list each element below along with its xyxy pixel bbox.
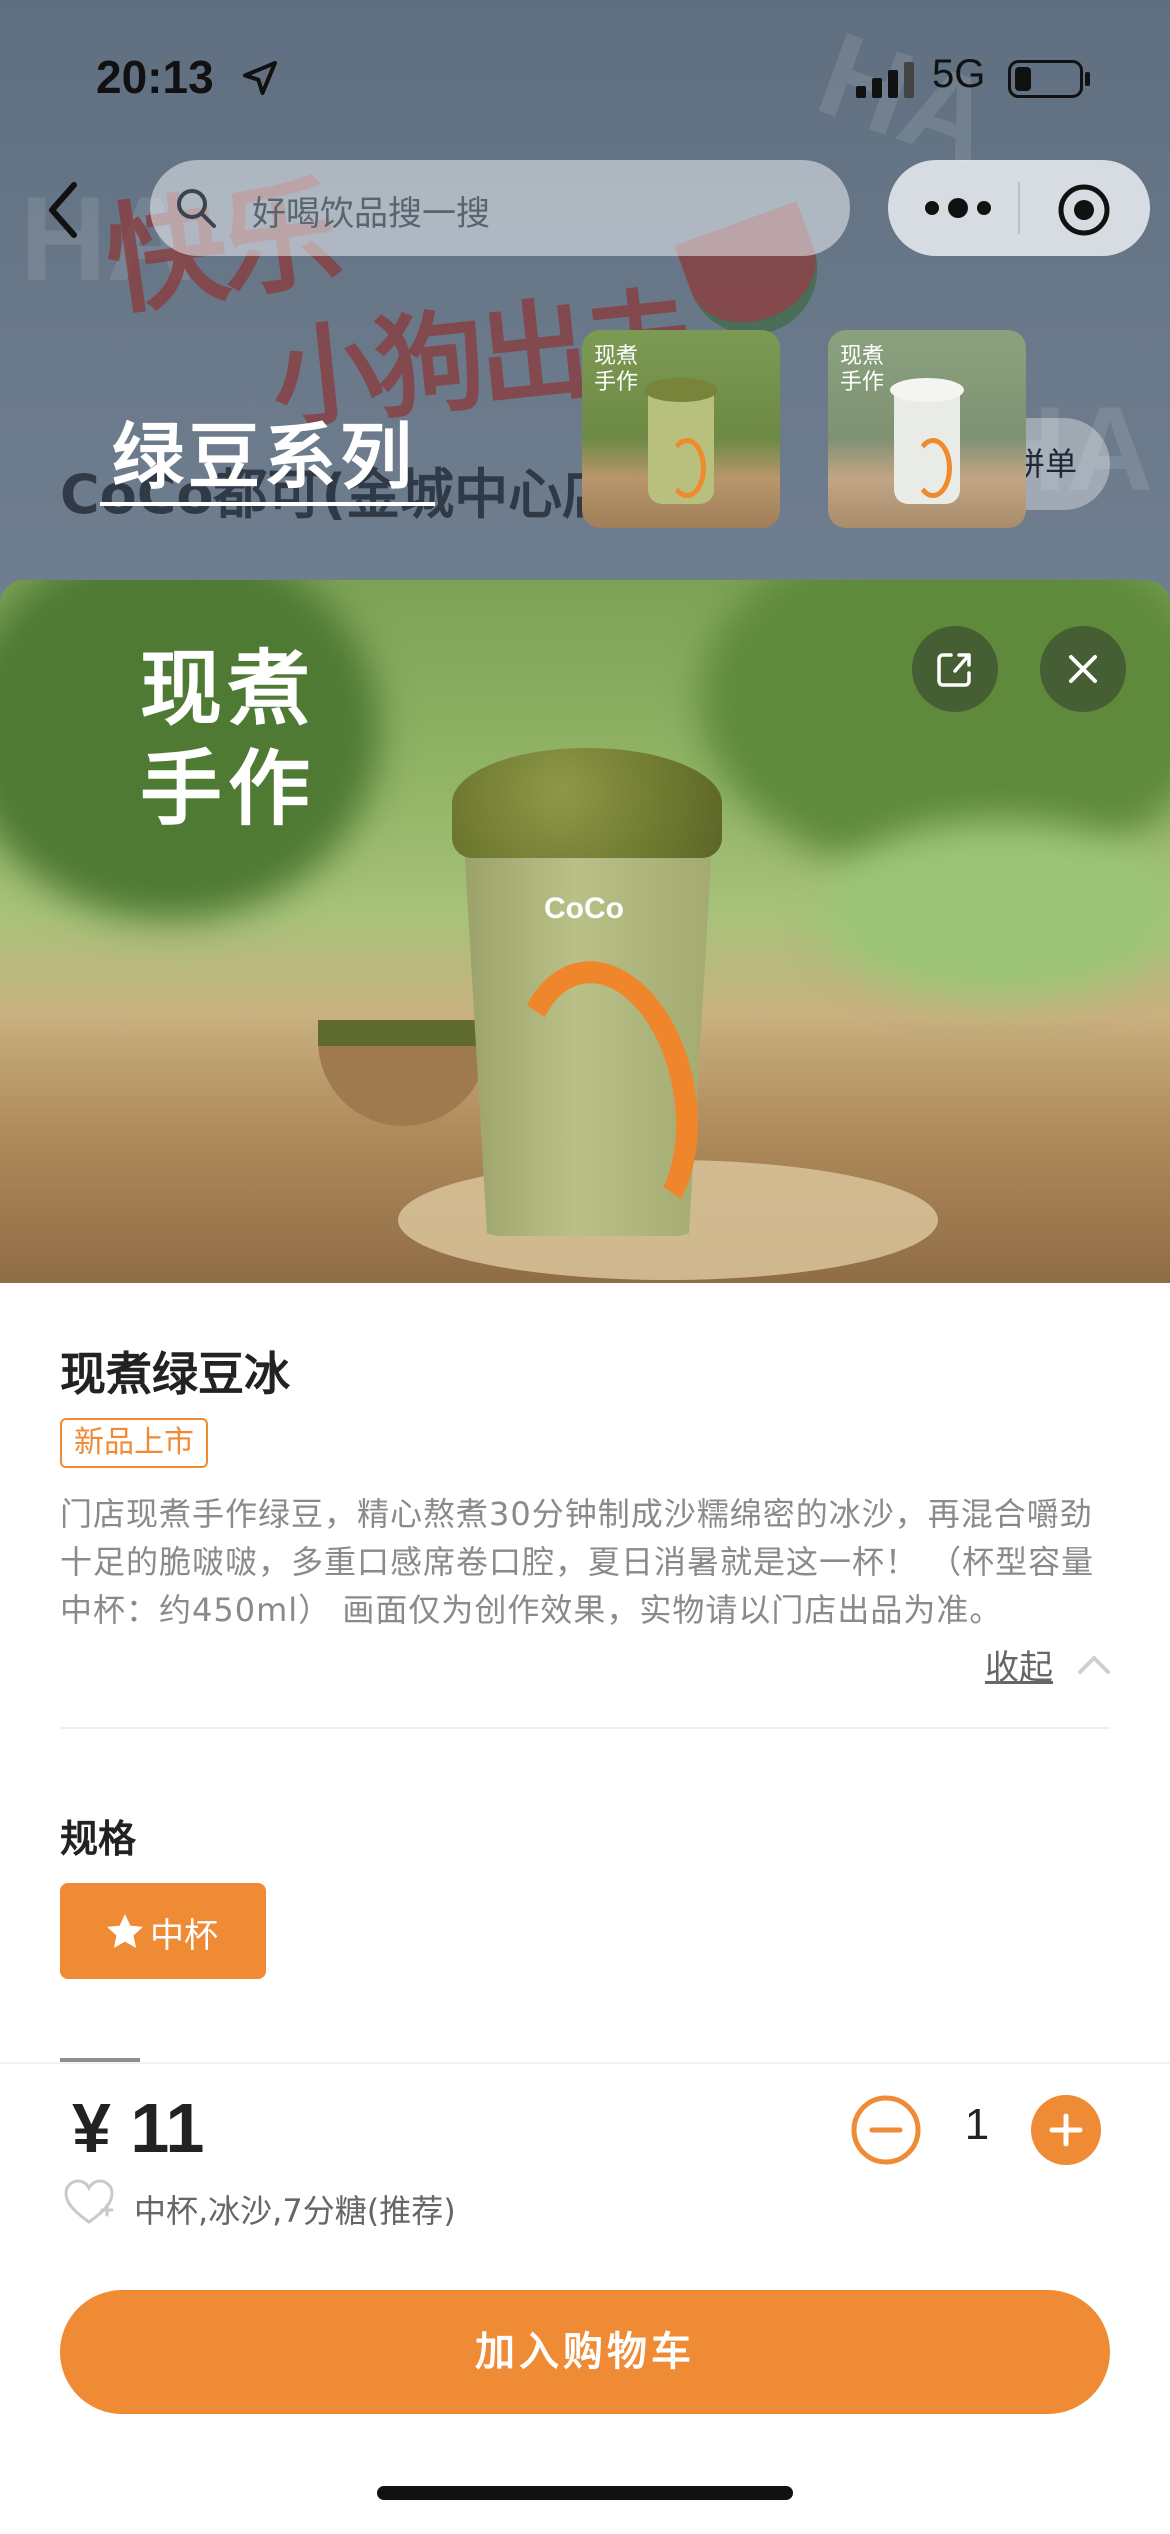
thumbnail-label: 现煮 手作: [840, 344, 885, 395]
spec-option-label: 中杯: [150, 1916, 218, 1956]
cup-image-top: [644, 378, 718, 402]
cup-brand-logo: CoCo: [544, 892, 624, 925]
product-thumbnail[interactable]: 现煮 手作: [582, 330, 780, 528]
star-icon: [107, 1914, 143, 1948]
share-button[interactable]: [912, 626, 998, 712]
target-icon[interactable]: [1056, 182, 1112, 238]
cup-logo-swirl: [668, 438, 706, 498]
close-icon: [1069, 655, 1097, 683]
cup-beans-topping: [452, 748, 722, 858]
hero-text-line: 现煮: [140, 642, 317, 737]
thumbnail-label: 现煮 手作: [594, 344, 639, 395]
add-to-cart-button[interactable]: 加入购物车: [60, 2290, 1110, 2414]
series-underline: [100, 502, 435, 506]
series-title: 绿豆系列: [112, 415, 417, 499]
cup-logo-swirl: [914, 438, 952, 498]
capsule-divider: [1018, 182, 1020, 234]
close-button[interactable]: [1040, 626, 1126, 712]
product-description: 门店现煮手作绿豆，精心熬煮30分钟制成沙糯绵密的冰沙，再混合嚼劲十足的脆啵啵，多…: [60, 1495, 1095, 1629]
share-icon: [937, 653, 971, 687]
status-time: 20:13: [96, 51, 214, 103]
collapse-link[interactable]: 收起: [985, 1640, 1053, 1689]
battery-icon: [1008, 60, 1090, 98]
hero-text-line: 手作: [140, 742, 317, 837]
chevron-up-icon[interactable]: [1074, 1648, 1114, 1678]
bg-foliage: [820, 820, 1170, 1000]
heart-icon[interactable]: [62, 2176, 116, 2228]
more-dots-icon[interactable]: [918, 186, 998, 230]
search-placeholder: 好喝饮品搜一搜: [252, 194, 490, 234]
bean-basket: [318, 1020, 488, 1126]
search-icon: [177, 189, 216, 228]
search-input[interactable]: 好喝饮品搜一搜: [150, 160, 850, 256]
network-type: 5G: [932, 52, 986, 96]
cup-image-top: [890, 378, 964, 402]
product-name: 现煮绿豆冰: [60, 1347, 290, 1401]
product-thumbnail[interactable]: 现煮 手作: [828, 330, 1026, 528]
hero-overlay-text: 现煮 手作: [140, 640, 316, 840]
selection-summary: 中杯,冰沙,7分糖(推荐): [134, 2192, 456, 2230]
spec-option-medium[interactable]: 中杯: [60, 1883, 266, 1979]
home-indicator[interactable]: [377, 2486, 793, 2500]
back-chevron-icon[interactable]: [34, 170, 94, 250]
price: ¥ 11: [72, 2089, 205, 2167]
location-arrow-icon: [243, 61, 277, 95]
miniprogram-capsule: [888, 160, 1150, 256]
quantity-value: 1: [964, 2100, 990, 2149]
minus-circle-icon[interactable]: [850, 2094, 922, 2166]
plus-circle-icon[interactable]: [1030, 2094, 1102, 2166]
signal-icon: [856, 62, 914, 98]
new-product-badge: 新品上市: [60, 1418, 208, 1468]
status-bar: 20:13 5G: [0, 0, 1170, 150]
spec-section-title: 规格: [60, 1817, 137, 1861]
section-divider: [60, 1727, 1110, 1729]
